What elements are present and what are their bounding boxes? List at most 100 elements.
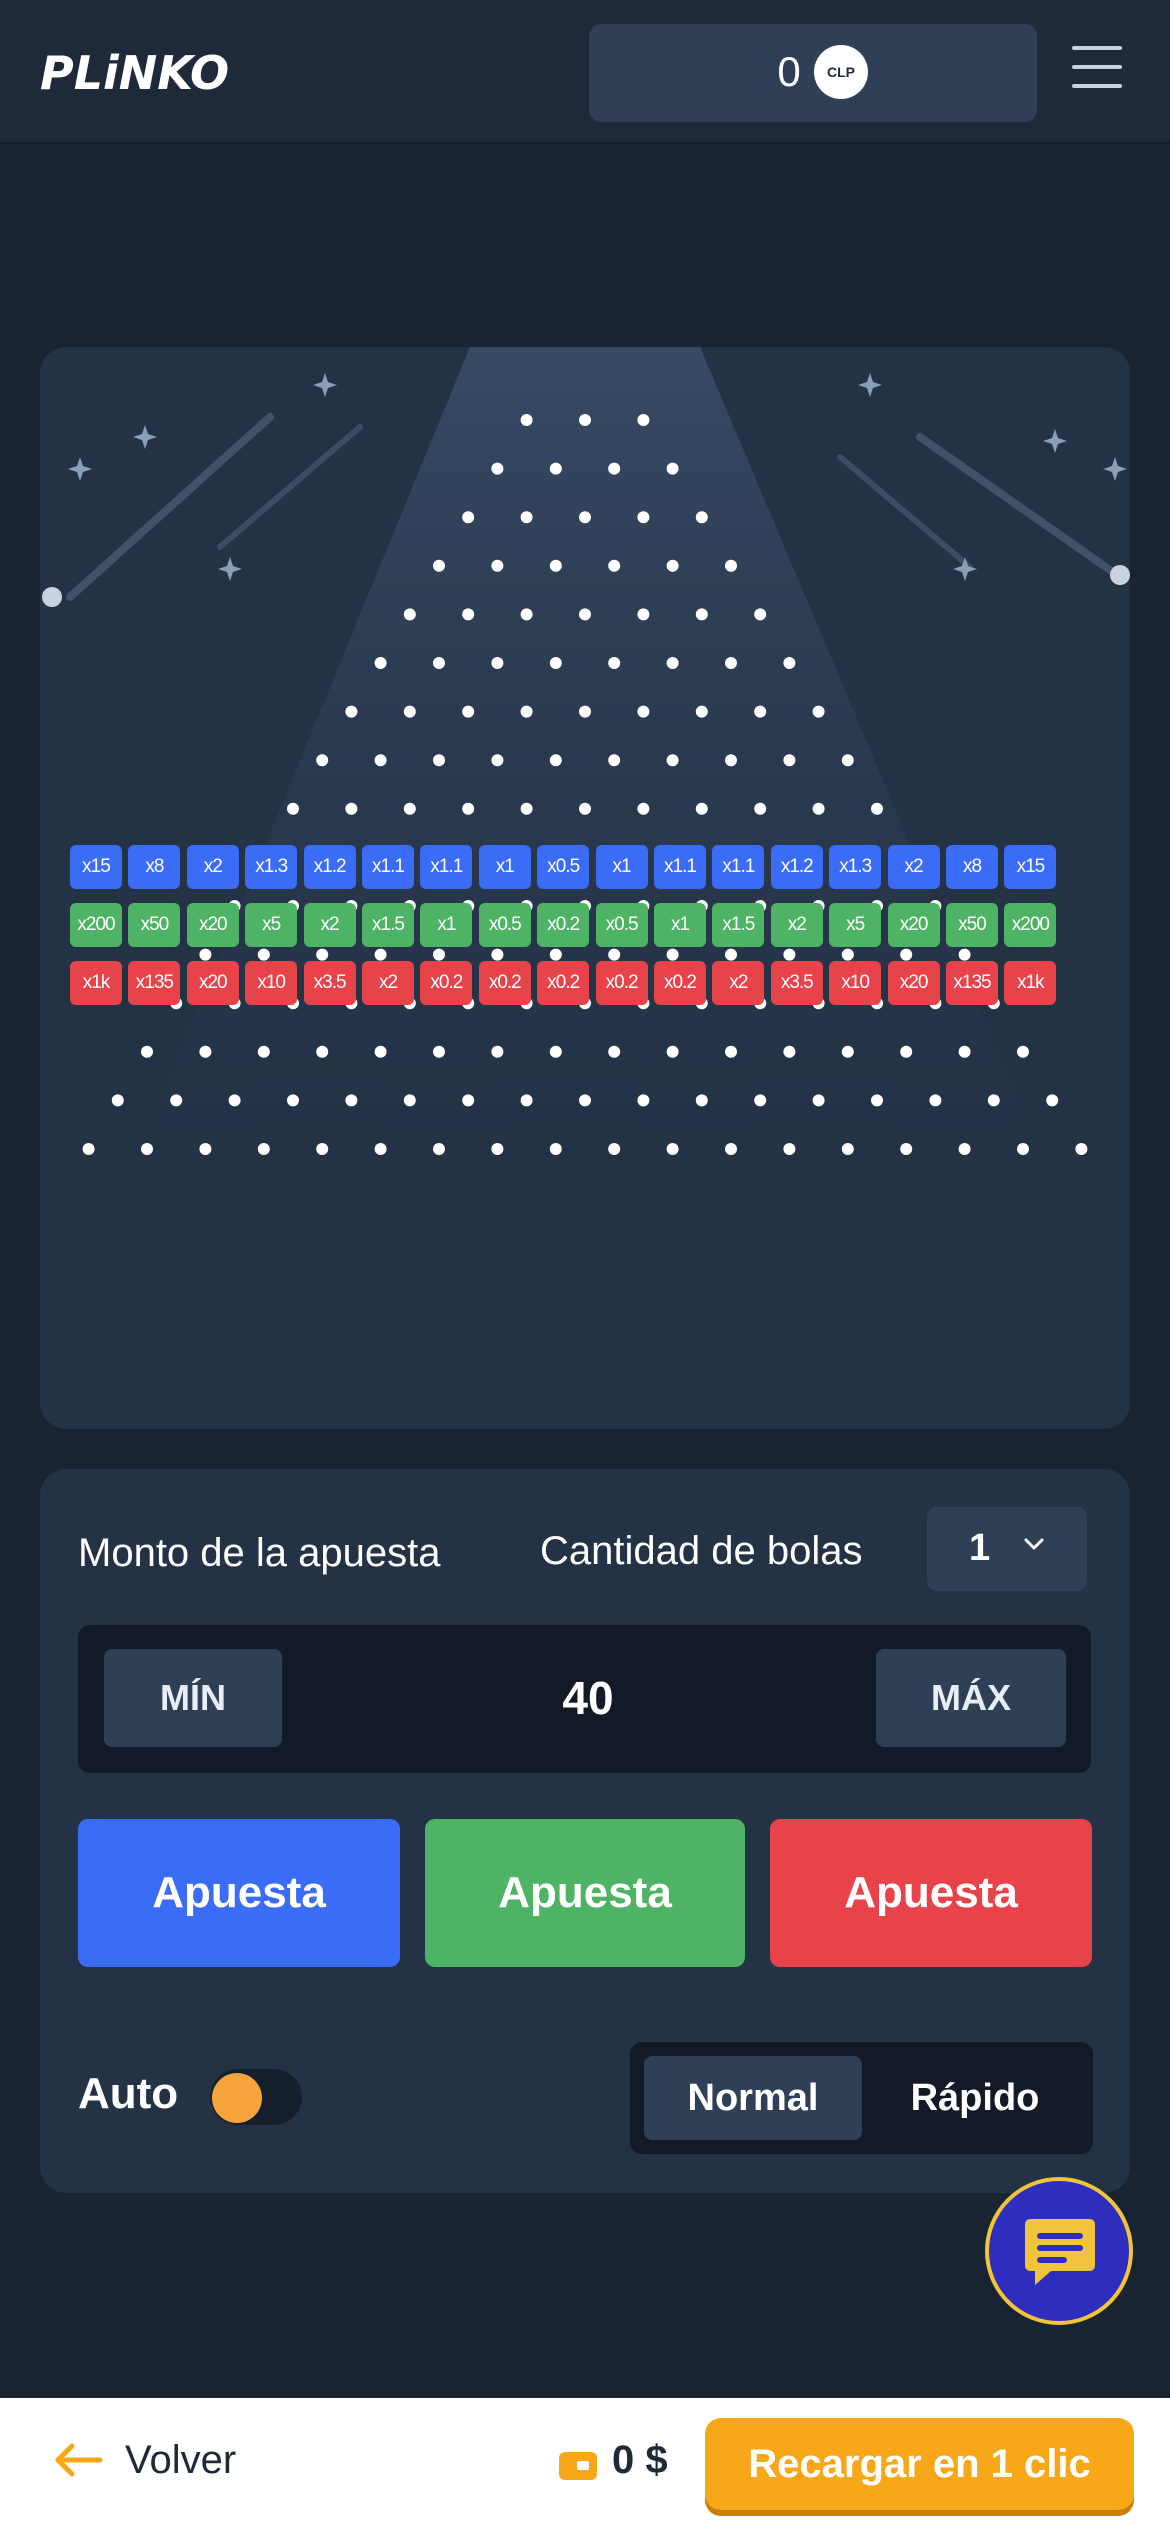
- multiplier-slot: x1: [595, 845, 648, 889]
- peg: [754, 802, 767, 815]
- hamburger-menu-icon[interactable]: [1072, 46, 1122, 88]
- multiplier-slot: x135: [946, 961, 998, 1005]
- multiplier-slot: x20: [887, 961, 940, 1005]
- peg: [608, 1143, 621, 1155]
- peg: [871, 802, 883, 815]
- peg: [637, 705, 650, 718]
- sparkle-icon: [133, 425, 157, 449]
- speed-fast-option[interactable]: Rápido: [870, 2056, 1080, 2140]
- peg: [637, 608, 650, 621]
- one-click-recharge-button[interactable]: Recargar en 1 clic: [705, 2418, 1134, 2510]
- sparkle-icon: [1103, 457, 1127, 481]
- multiplier-slot: x0.2: [654, 961, 706, 1005]
- multiplier-slot: x1: [654, 903, 706, 947]
- multiplier-slot: x1k: [70, 961, 122, 1005]
- multiplier-slot: x0.2: [537, 903, 590, 947]
- auto-toggle[interactable]: [210, 2069, 302, 2125]
- multiplier-slot: x1.3: [245, 845, 298, 889]
- peg: [579, 608, 591, 621]
- peg: [608, 657, 621, 669]
- peg: [695, 1094, 708, 1107]
- toggle-knob: [212, 2073, 262, 2123]
- speed-normal-option[interactable]: Normal: [644, 2056, 862, 2140]
- peg: [374, 754, 387, 767]
- multiplier-slot: x3.5: [303, 961, 356, 1005]
- multiplier-slot: x0.2: [537, 961, 590, 1005]
- bet-button-red[interactable]: Apuesta: [770, 1819, 1092, 1967]
- amount-input-row: MÍN 40 MÁX: [78, 1625, 1091, 1773]
- peg: [812, 705, 825, 718]
- peg: [783, 1143, 796, 1155]
- peg: [900, 1045, 913, 1058]
- multiplier-slot: x0.5: [478, 903, 531, 947]
- multiplier-slot: x0.5: [537, 845, 590, 889]
- peg: [608, 462, 621, 475]
- back-arrow-icon[interactable]: [52, 2440, 104, 2480]
- peg: [491, 1143, 504, 1155]
- bottom-bar: Volver 0 $ Recargar en 1 clic: [0, 2398, 1170, 2532]
- peg: [579, 705, 591, 718]
- amount-label: Monto de la apuesta: [78, 1531, 441, 1575]
- peg: [345, 802, 358, 815]
- multiplier-slot: x1.5: [712, 903, 765, 947]
- multiplier-slot: x2: [770, 903, 823, 947]
- sparkle-icon: [68, 457, 92, 481]
- peg: [579, 802, 591, 815]
- peg: [608, 948, 621, 961]
- bet-control-panel: Monto de la apuesta Cantidad de bolas 1 …: [40, 1469, 1130, 2193]
- peg: [637, 511, 650, 524]
- peg: [666, 559, 679, 572]
- amount-input[interactable]: 40: [498, 1671, 678, 1725]
- balls-label: Cantidad de bolas: [540, 1529, 863, 1573]
- peg: [374, 657, 387, 669]
- peg: [433, 1143, 445, 1155]
- peg: [374, 948, 387, 961]
- balance-display[interactable]: 0 CLP: [589, 24, 1037, 122]
- multiplier-slot: x0.2: [595, 961, 648, 1005]
- peg: [257, 948, 270, 961]
- chat-support-button[interactable]: [985, 2177, 1133, 2325]
- multiplier-slot: x1.1: [420, 845, 473, 889]
- peg: [462, 511, 475, 524]
- max-amount-button[interactable]: MÁX: [876, 1649, 1066, 1747]
- peg: [287, 1094, 299, 1107]
- multiplier-slot: x15: [1004, 845, 1057, 889]
- multiplier-slot: x0.2: [478, 961, 531, 1005]
- peg: [257, 1045, 270, 1058]
- peg: [403, 1094, 416, 1107]
- multiplier-slot: x2: [712, 961, 765, 1005]
- peg: [958, 948, 971, 961]
- peg: [199, 1045, 212, 1058]
- peg: [783, 1045, 796, 1058]
- peg: [666, 657, 679, 669]
- peg: [345, 1094, 358, 1107]
- multiplier-slot: x1: [478, 845, 531, 889]
- bet-button-green[interactable]: Apuesta: [425, 1819, 745, 1967]
- peg: [111, 1094, 124, 1107]
- peg: [900, 948, 913, 961]
- peg: [695, 802, 708, 815]
- multiplier-slot: x1.1: [654, 845, 706, 889]
- peg: [82, 1143, 95, 1155]
- multiplier-slot: x200: [1004, 903, 1057, 947]
- sparkle-icon: [218, 557, 242, 581]
- min-amount-button[interactable]: MÍN: [104, 1649, 282, 1747]
- peg: [520, 414, 533, 426]
- peg: [287, 802, 299, 815]
- peg: [958, 1045, 971, 1058]
- plinko-logo: PLiNKO: [40, 46, 230, 100]
- multiplier-slot: x50: [128, 903, 181, 947]
- peg: [725, 754, 737, 767]
- peg: [549, 1045, 562, 1058]
- peg: [841, 1045, 854, 1058]
- peg: [1017, 1143, 1029, 1155]
- peg: [695, 511, 708, 524]
- balls-count-select[interactable]: 1: [927, 1507, 1087, 1591]
- bet-button-blue[interactable]: Apuesta: [78, 1819, 400, 1967]
- peg: [725, 1143, 737, 1155]
- peg: [579, 414, 591, 426]
- peg: [520, 802, 533, 815]
- peg: [666, 1143, 679, 1155]
- peg: [316, 948, 329, 961]
- back-link[interactable]: Volver: [125, 2438, 236, 2483]
